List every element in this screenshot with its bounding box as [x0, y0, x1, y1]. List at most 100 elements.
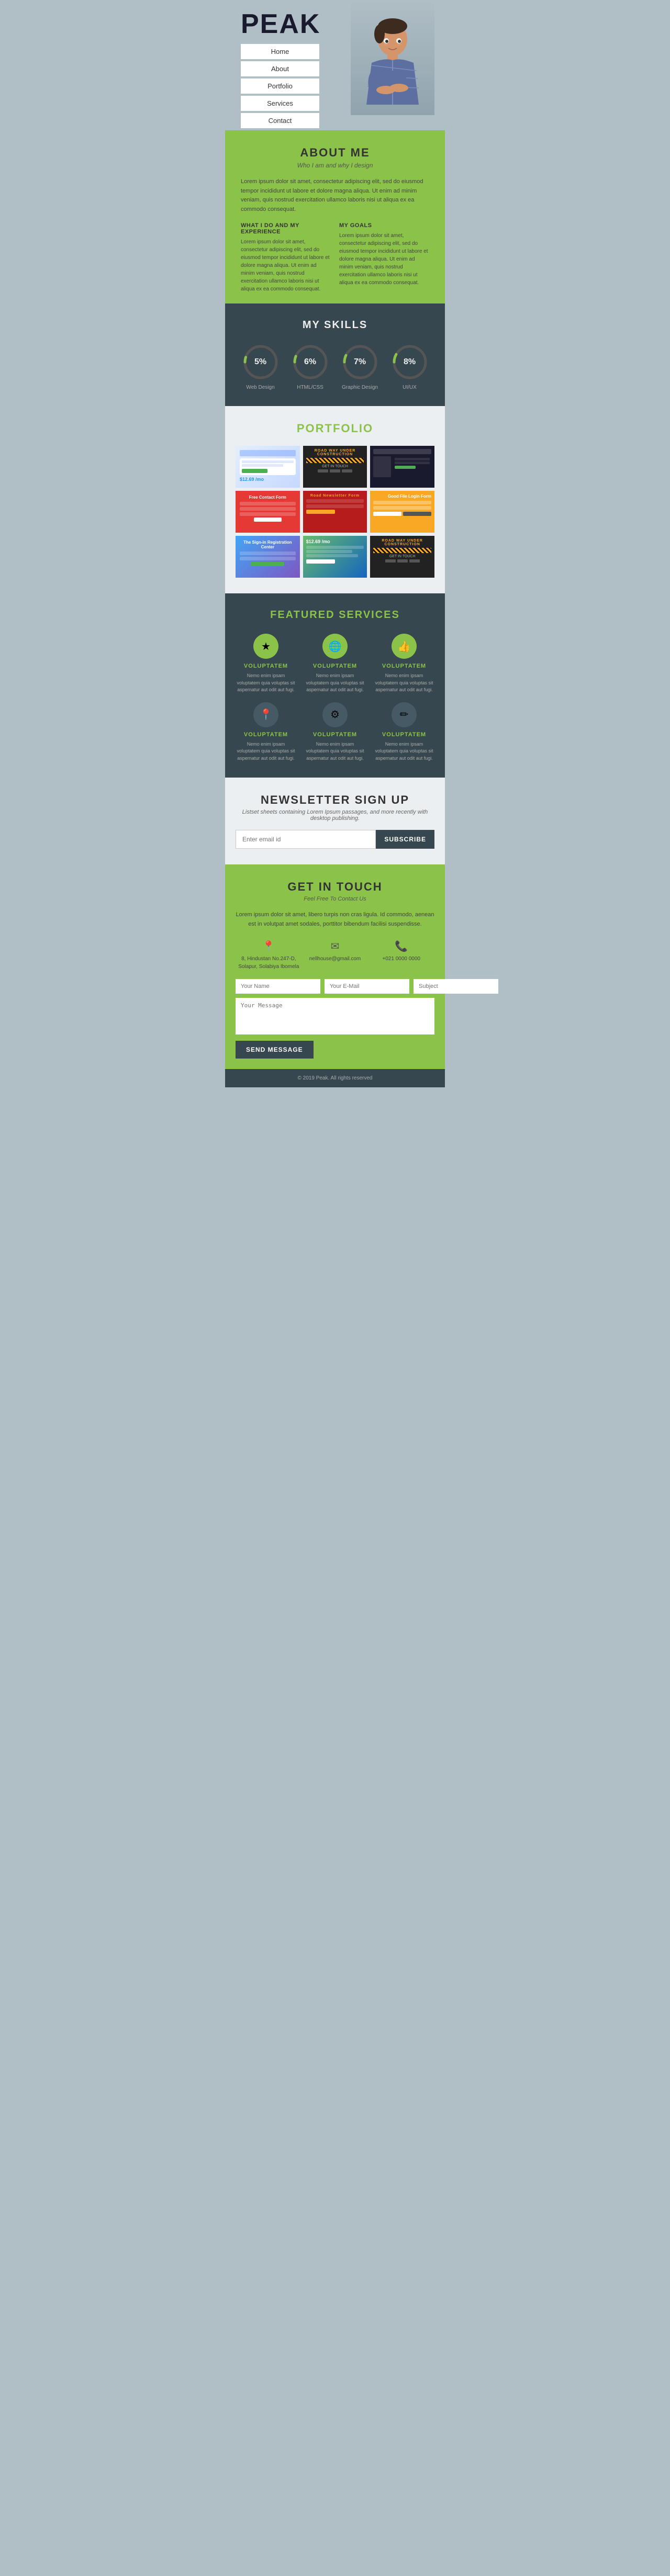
service-text-5: Nemo enim ipsam voluptatem quia voluptas…	[305, 741, 365, 762]
skill-circle-graphic: 7%	[342, 344, 378, 380]
skill-label-uiux: UI/UX	[392, 385, 428, 390]
contact-title: GET IN TOUCH	[236, 880, 434, 894]
about-col1-title: WHAT I DO AND MY EXPERIENCE	[241, 222, 331, 235]
newsletter-email-input[interactable]	[236, 830, 376, 849]
contact-email-text: nellhouse@gmail.com	[302, 955, 368, 963]
skills-section: MY SKILLS 5% Web Design 6% HTML/CSS	[225, 303, 445, 406]
skill-graphic: 7% Graphic Design	[342, 344, 378, 390]
portfolio-item-5[interactable]: Road Newsletter Form	[303, 491, 367, 533]
portfolio-item-9[interactable]: ROAD WAY UNDER CONSTRUCTION GET IN TOUCH	[370, 536, 434, 578]
about-col-experience: WHAT I DO AND MY EXPERIENCE Lorem ipsum …	[241, 222, 331, 293]
services-title: FEATURED SERVICES	[236, 609, 434, 621]
contact-text: Lorem ipsum dolor sit amet, libero turpi…	[236, 910, 434, 929]
service-name-4: VOLUPTATEM	[236, 732, 296, 738]
skill-uiux: 8% UI/UX	[392, 344, 428, 390]
nav-home[interactable]: Home	[241, 44, 319, 59]
service-text-4: Nemo enim ipsam voluptatem quia voluptas…	[236, 741, 296, 762]
portfolio-item-2[interactable]: ROAD WAY UNDER CONSTRUCTION GET IN TOUCH	[303, 446, 367, 488]
nav-services[interactable]: Services	[241, 96, 319, 111]
person-photo	[351, 0, 434, 115]
about-subtitle: Who I am and why I design	[241, 162, 429, 169]
nav-contact[interactable]: Contact	[241, 113, 319, 128]
skill-pct-graphic: 7%	[354, 357, 366, 367]
contact-message-input[interactable]	[236, 998, 434, 1034]
header: PEAK Home About Portfolio Services Conta…	[225, 0, 445, 128]
skill-pct-uiux: 8%	[404, 357, 416, 367]
service-item-2: 🌐 VOLUPTATEM Nemo enim ipsam voluptatem …	[305, 634, 365, 694]
portfolio-item-4[interactable]: Free Contact Form	[236, 491, 300, 533]
service-text-3: Nemo enim ipsam voluptatem quia voluptas…	[374, 672, 434, 694]
newsletter-form: SUBSCRIBE	[236, 830, 434, 849]
contact-details: 📍 8, Hindustan No.247-D, Solapur, Solabi…	[225, 940, 445, 1069]
globe-icon: 🌐	[322, 634, 348, 659]
portfolio-item-8[interactable]: $12.69 /mo	[303, 536, 367, 578]
skill-pct-webdesign: 5%	[254, 357, 266, 367]
service-text-2: Nemo enim ipsam voluptatem quia voluptas…	[305, 672, 365, 694]
contact-form: SEND MESSAGE	[236, 979, 434, 1059]
hero-image	[351, 0, 434, 115]
contact-subtitle: Feel Free To Contact Us	[236, 896, 434, 902]
contact-email-input[interactable]	[325, 979, 409, 994]
skill-circle-webdesign: 5%	[242, 344, 279, 380]
about-col-goals: MY GOALS Lorem ipsum dolor sit amet, con…	[339, 222, 429, 293]
service-name-5: VOLUPTATEM	[305, 732, 365, 738]
gear-icon: ⚙	[322, 702, 348, 727]
services-section: FEATURED SERVICES ★ VOLUPTATEM Nemo enim…	[225, 593, 445, 778]
service-name-2: VOLUPTATEM	[305, 663, 365, 669]
skill-circle-uiux: 8%	[392, 344, 428, 380]
service-text-1: Nemo enim ipsam voluptatem quia voluptas…	[236, 672, 296, 694]
contact-name-input[interactable]	[236, 979, 320, 994]
contact-phone: 📞 +021 0000 0000	[368, 940, 434, 971]
skill-label-webdesign: Web Design	[242, 385, 279, 390]
contact-subject-input[interactable]	[414, 979, 498, 994]
newsletter-subtitle: Listset sheets containing Lorem Ipsum pa…	[236, 809, 434, 822]
contact-address: 📍 8, Hindustan No.247-D, Solapur, Solabi…	[236, 940, 302, 971]
portfolio-item-1[interactable]: $12.69 /mo	[236, 446, 300, 488]
contact-section: GET IN TOUCH Feel Free To Contact Us Lor…	[225, 864, 445, 939]
footer: © 2019 Peak. All rights reserved	[225, 1069, 445, 1087]
newsletter-section: NEWSLETTER SIGN UP Listset sheets contai…	[225, 778, 445, 864]
about-col1-text: Lorem ipsum dolor sit amet, consectetur …	[241, 238, 331, 293]
skills-title: MY SKILLS	[236, 319, 434, 331]
about-col2-text: Lorem ipsum dolor sit amet, consectetur …	[339, 232, 429, 287]
skill-htmlcss: 6% HTML/CSS	[292, 344, 329, 390]
nav-about[interactable]: About	[241, 61, 319, 76]
service-name-6: VOLUPTATEM	[374, 732, 434, 738]
address-icon: 📍	[236, 940, 302, 953]
skill-label-htmlcss: HTML/CSS	[292, 385, 329, 390]
nav-portfolio[interactable]: Portfolio	[241, 78, 319, 94]
send-message-button[interactable]: SEND MESSAGE	[236, 1041, 314, 1059]
contact-info-row: 📍 8, Hindustan No.247-D, Solapur, Solabi…	[236, 940, 434, 971]
newsletter-subscribe-button[interactable]: SUBSCRIBE	[376, 830, 434, 849]
skill-label-graphic: Graphic Design	[342, 385, 378, 390]
skill-pct-htmlcss: 6%	[304, 357, 316, 367]
portfolio-item-3[interactable]	[370, 446, 434, 488]
about-title: ABOUT ME	[241, 146, 429, 160]
contact-phone-text: +021 0000 0000	[368, 955, 434, 963]
contact-email: ✉ nellhouse@gmail.com	[302, 940, 368, 971]
about-col2-title: MY GOALS	[339, 222, 429, 229]
service-name-3: VOLUPTATEM	[374, 663, 434, 669]
service-item-6: ✏ VOLUPTATEM Nemo enim ipsam voluptatem …	[374, 702, 434, 762]
newsletter-title: NEWSLETTER SIGN UP	[236, 793, 434, 807]
about-columns: WHAT I DO AND MY EXPERIENCE Lorem ipsum …	[241, 222, 429, 293]
phone-icon: 📞	[368, 940, 434, 953]
footer-text: © 2019 Peak. All rights reserved	[298, 1075, 373, 1081]
portfolio-grid: $12.69 /mo ROAD WAY UNDER CONSTRUCTION G…	[236, 446, 434, 578]
portfolio-item-6[interactable]: Good File Login Form	[370, 491, 434, 533]
skill-webdesign: 5% Web Design	[242, 344, 279, 390]
services-grid: ★ VOLUPTATEM Nemo enim ipsam voluptatem …	[236, 634, 434, 762]
service-name-1: VOLUPTATEM	[236, 663, 296, 669]
service-item-4: 📍 VOLUPTATEM Nemo enim ipsam voluptatem …	[236, 702, 296, 762]
portfolio-title: PORTFOLIO	[236, 422, 434, 435]
portfolio-item-7[interactable]: The Sign-in Registration Center	[236, 536, 300, 578]
skill-circle-htmlcss: 6%	[292, 344, 329, 380]
about-section: ABOUT ME Who I am and why I design Lorem…	[225, 130, 445, 303]
about-main-text: Lorem ipsum dolor sit amet, consectetur …	[241, 177, 429, 214]
service-item-5: ⚙ VOLUPTATEM Nemo enim ipsam voluptatem …	[305, 702, 365, 762]
email-icon: ✉	[302, 940, 368, 953]
service-item-3: 👍 VOLUPTATEM Nemo enim ipsam voluptatem …	[374, 634, 434, 694]
skills-row: 5% Web Design 6% HTML/CSS 7%	[236, 344, 434, 390]
thumbsup-icon: 👍	[392, 634, 417, 659]
service-text-6: Nemo enim ipsam voluptatem quia voluptas…	[374, 741, 434, 762]
